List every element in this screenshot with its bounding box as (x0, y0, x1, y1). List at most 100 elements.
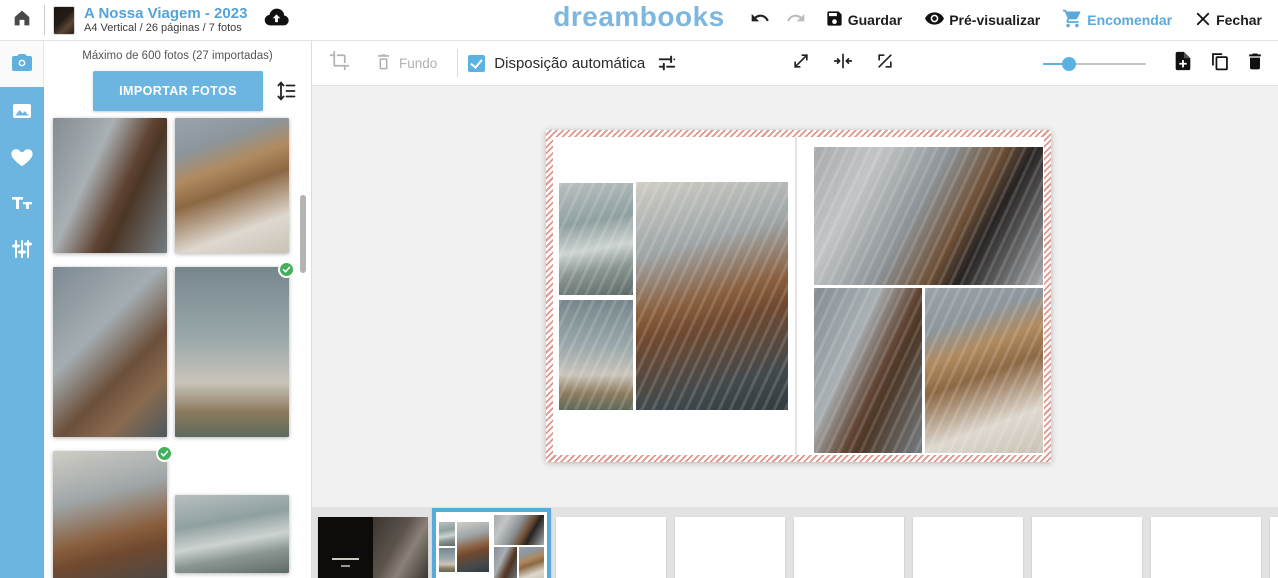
layout-arrange-icons (788, 50, 898, 76)
spread-pages (553, 137, 1044, 455)
save-button[interactable]: Guardar (817, 0, 910, 40)
panel-scrollbar[interactable] (300, 195, 306, 273)
mini-photo (439, 522, 455, 546)
editor-canvas[interactable] (312, 86, 1278, 507)
images-icon (10, 99, 34, 128)
page-thumb-empty[interactable] (1032, 517, 1142, 578)
add-page-button[interactable] (1170, 51, 1196, 77)
rail-tab-camera[interactable] (0, 41, 44, 87)
book-spread[interactable] (546, 130, 1051, 462)
cloud-upload-icon (263, 4, 290, 36)
page-thumb-empty[interactable] (556, 517, 666, 578)
spread-photo-couple-marble[interactable] (814, 147, 1043, 285)
project-subtitle: A4 Vertical / 26 páginas / 7 fotos (84, 22, 247, 35)
library-photo-man-boat[interactable] (53, 451, 167, 578)
cover-front (318, 517, 373, 578)
library-photo-selfie[interactable] (53, 267, 167, 437)
redo-button[interactable] (781, 5, 811, 35)
cloud-upload-button[interactable] (261, 5, 291, 35)
project-title[interactable]: A Nossa Viagem - 2023 (84, 5, 247, 22)
page-thumb-empty[interactable] (794, 517, 904, 578)
page-thumb-empty[interactable] (675, 517, 785, 578)
spread-photo-woman-water[interactable] (559, 300, 633, 410)
sort-photos-icon[interactable] (274, 79, 298, 103)
collapse-horizontal-button[interactable] (830, 50, 856, 76)
top-bar-actions: Guardar Pré-visualizar Encomendar Fechar (745, 0, 1270, 40)
home-icon (11, 7, 33, 34)
project-title-block: A Nossa Viagem - 2023 A4 Vertical / 26 p… (84, 5, 247, 35)
trash-background-icon (374, 52, 393, 74)
background-button[interactable]: Fundo (374, 52, 437, 74)
duplicate-icon (1209, 51, 1230, 77)
close-label: Fechar (1216, 12, 1262, 28)
expand-diagonal-icon (875, 51, 895, 76)
photo-used-check-icon (156, 445, 173, 462)
order-label: Encomendar (1087, 12, 1172, 28)
divider (457, 49, 458, 77)
mini-photo (494, 515, 544, 545)
book-cover-thumbnail[interactable] (54, 7, 74, 34)
cart-icon (1062, 8, 1083, 32)
page-gutter (795, 137, 797, 455)
spread-photo-woman-hat[interactable] (925, 288, 1043, 453)
order-button[interactable]: Encomendar (1054, 0, 1180, 40)
sliders-vertical-icon (10, 237, 34, 266)
eye-icon (924, 8, 945, 32)
spread-photo-man-boat[interactable] (636, 182, 788, 410)
close-button[interactable]: Fechar (1186, 0, 1270, 40)
mini-photo (519, 547, 544, 578)
home-button[interactable] (0, 0, 44, 40)
close-icon (1194, 10, 1212, 31)
auto-layout-checkbox[interactable] (468, 55, 485, 72)
library-photo-woman-water[interactable] (175, 267, 289, 437)
page-filmstrip (312, 507, 1278, 578)
save-label: Guardar (848, 12, 902, 28)
undo-icon (750, 8, 770, 33)
auto-layout-label: Disposição automática (494, 55, 645, 72)
delete-icon (1245, 51, 1265, 76)
mini-photo (457, 522, 489, 572)
spread-photo-couple-boat[interactable] (559, 183, 633, 295)
mini-photo (439, 548, 455, 572)
photobook-editor: A Nossa Viagem - 2023 A4 Vertical / 26 p… (0, 0, 1278, 578)
delete-page-button[interactable] (1242, 51, 1268, 77)
photo-used-check-icon (278, 261, 295, 278)
shrink-diagonal-button[interactable] (788, 50, 814, 76)
top-bar: A Nossa Viagem - 2023 A4 Vertical / 26 p… (0, 0, 1278, 41)
heart-icon (10, 145, 34, 174)
rail-tab-text[interactable] (10, 193, 34, 217)
import-photos-button[interactable]: IMPORTAR FOTOS (93, 71, 263, 111)
dreambooks-logo[interactable]: dreambooks (553, 1, 725, 33)
page-thumb-empty[interactable] (1270, 517, 1278, 578)
page-thumb-empty[interactable] (1151, 517, 1261, 578)
cover-subtitle-line (341, 565, 350, 567)
library-photo-woman-hat[interactable] (175, 118, 289, 253)
layout-options-icon[interactable] (654, 50, 680, 76)
page-thumb-selected[interactable] (432, 508, 551, 578)
zoom-slider[interactable] (1043, 57, 1146, 71)
page-tools (1043, 41, 1268, 86)
undo-button[interactable] (745, 5, 775, 35)
main-area: Fundo Disposição automática (312, 41, 1278, 578)
rail-tab-photos[interactable] (10, 101, 34, 125)
save-icon (825, 9, 844, 31)
mini-photo (494, 547, 517, 578)
canvas-toolbar: Fundo Disposição automática (312, 41, 1278, 86)
library-photo-couple-boat[interactable] (175, 495, 289, 573)
divider (44, 5, 45, 35)
photo-limit-text: Máximo de 600 fotos (27 importadas) (44, 50, 311, 62)
spread-photo-man-rock[interactable] (814, 288, 922, 453)
rail-tab-favorites[interactable] (10, 147, 34, 171)
page-thumb-cover[interactable] (318, 517, 428, 578)
top-bar-left: A Nossa Viagem - 2023 A4 Vertical / 26 p… (0, 0, 291, 40)
preview-button[interactable]: Pré-visualizar (916, 0, 1048, 40)
duplicate-page-button[interactable] (1206, 51, 1232, 77)
rail-tab-layout-settings[interactable] (10, 239, 34, 263)
add-page-icon (1172, 50, 1194, 77)
expand-diagonal-button[interactable] (872, 50, 898, 76)
library-photo-man-rock[interactable] (53, 118, 167, 253)
page-thumb-empty[interactable] (913, 517, 1023, 578)
crop-button[interactable] (326, 50, 352, 76)
text-icon (10, 191, 34, 220)
slider-thumb[interactable] (1062, 57, 1076, 71)
